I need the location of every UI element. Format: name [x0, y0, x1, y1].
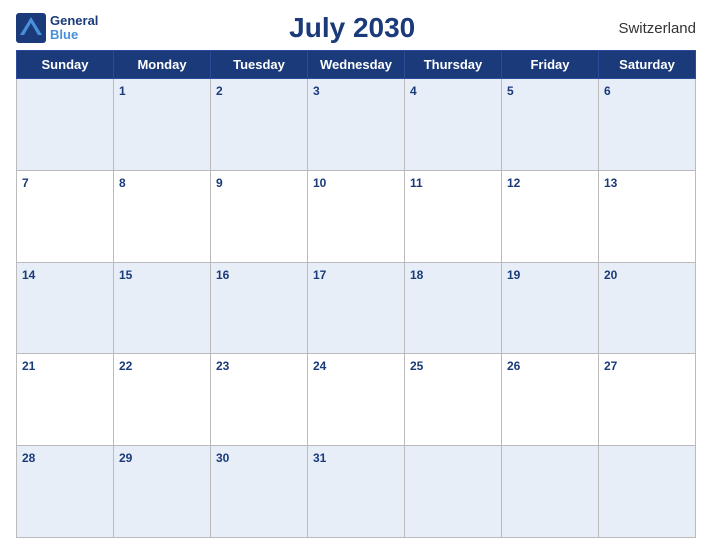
logo: General Blue — [16, 13, 98, 43]
day-9: 9 — [211, 170, 308, 262]
header-thursday: Thursday — [405, 51, 502, 79]
day-8: 8 — [114, 170, 211, 262]
country-label: Switzerland — [606, 20, 696, 37]
day-empty — [17, 79, 114, 171]
day-28: 28 — [17, 446, 114, 538]
day-5: 5 — [502, 79, 599, 171]
calendar-title: July 2030 — [98, 12, 606, 44]
day-1: 1 — [114, 79, 211, 171]
week-row-4: 21 22 23 24 25 26 27 — [17, 354, 696, 446]
header-saturday: Saturday — [599, 51, 696, 79]
day-25: 25 — [405, 354, 502, 446]
day-12: 12 — [502, 170, 599, 262]
day-3: 3 — [308, 79, 405, 171]
header-tuesday: Tuesday — [211, 51, 308, 79]
day-16: 16 — [211, 262, 308, 354]
calendar-header: General Blue July 2030 Switzerland — [16, 12, 696, 44]
day-19: 19 — [502, 262, 599, 354]
header-friday: Friday — [502, 51, 599, 79]
day-empty-3 — [502, 446, 599, 538]
day-22: 22 — [114, 354, 211, 446]
logo-text: General Blue — [50, 14, 98, 43]
day-18: 18 — [405, 262, 502, 354]
day-24: 24 — [308, 354, 405, 446]
day-13: 13 — [599, 170, 696, 262]
day-11: 11 — [405, 170, 502, 262]
day-2: 2 — [211, 79, 308, 171]
day-empty-2 — [405, 446, 502, 538]
day-23: 23 — [211, 354, 308, 446]
day-7: 7 — [17, 170, 114, 262]
day-4: 4 — [405, 79, 502, 171]
weekday-header-row: Sunday Monday Tuesday Wednesday Thursday… — [17, 51, 696, 79]
day-10: 10 — [308, 170, 405, 262]
week-row-2: 7 8 9 10 11 12 13 — [17, 170, 696, 262]
header-sunday: Sunday — [17, 51, 114, 79]
day-31: 31 — [308, 446, 405, 538]
logo-icon — [16, 13, 46, 43]
day-29: 29 — [114, 446, 211, 538]
week-row-3: 14 15 16 17 18 19 20 — [17, 262, 696, 354]
day-30: 30 — [211, 446, 308, 538]
week-row-1: 1 2 3 4 5 6 — [17, 79, 696, 171]
week-row-5: 28 29 30 31 — [17, 446, 696, 538]
header-wednesday: Wednesday — [308, 51, 405, 79]
day-15: 15 — [114, 262, 211, 354]
day-6: 6 — [599, 79, 696, 171]
calendar-page: General Blue July 2030 Switzerland Sunda… — [0, 0, 712, 550]
day-20: 20 — [599, 262, 696, 354]
day-17: 17 — [308, 262, 405, 354]
day-14: 14 — [17, 262, 114, 354]
day-26: 26 — [502, 354, 599, 446]
header-monday: Monday — [114, 51, 211, 79]
day-21: 21 — [17, 354, 114, 446]
day-27: 27 — [599, 354, 696, 446]
day-empty-4 — [599, 446, 696, 538]
calendar-table: Sunday Monday Tuesday Wednesday Thursday… — [16, 50, 696, 538]
